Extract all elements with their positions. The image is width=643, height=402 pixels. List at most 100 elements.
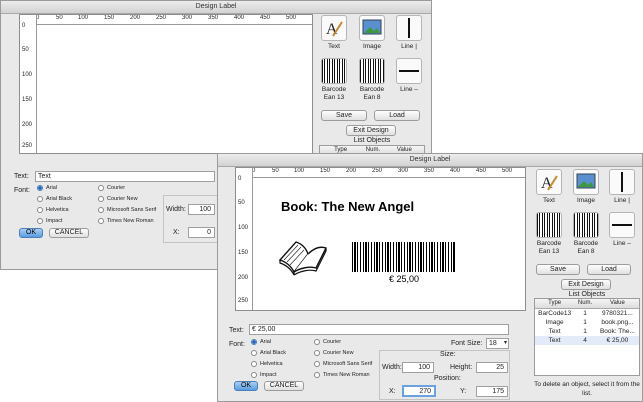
back-design-canvas[interactable]: 0 50 100 150 200 250 300 350 400 450 500…: [19, 14, 313, 154]
price-text[interactable]: € 25,00: [389, 274, 419, 284]
table-row[interactable]: BarCode13 1 9780321...: [535, 309, 639, 318]
barcode-icon: [359, 58, 385, 84]
tool-image[interactable]: Image: [356, 15, 388, 51]
font-radio-arial-black[interactable]: Arial Black: [251, 350, 286, 356]
radio-label: Arial: [46, 185, 58, 191]
text-tool-icon: A: [536, 169, 562, 195]
tool-barcode-ean8[interactable]: Barcode Ean 8: [355, 58, 389, 102]
ok-button[interactable]: OK: [19, 228, 43, 238]
table-row-selected[interactable]: Text 4 € 25,00: [535, 336, 639, 345]
x-label: X:: [173, 229, 180, 236]
back-ruler-left: 0 50 100 150 200 250: [20, 15, 37, 153]
tool-barcode-ean13[interactable]: Barcode Ean 13: [532, 212, 566, 256]
radio-label: Microsoft Sans Serif: [107, 207, 157, 213]
width-input[interactable]: 100: [402, 362, 434, 373]
font-radio-helvetica[interactable]: Helvetica: [251, 361, 283, 367]
cancel-button[interactable]: CANCEL: [49, 228, 89, 238]
font-radio-arial-black[interactable]: Arial Black: [37, 196, 72, 202]
horizontal-line-icon: [396, 58, 422, 84]
table-row[interactable]: Image 1 book.png...: [535, 318, 639, 327]
back-window-title: Design Label: [1, 1, 431, 14]
tool-label: Barcode Ean 8: [359, 86, 385, 101]
tool-line-horizontal[interactable]: Line –: [606, 212, 638, 248]
font-radio-helvetica[interactable]: Helvetica: [37, 207, 69, 213]
y-input[interactable]: 175: [476, 386, 508, 397]
tool-image[interactable]: Image: [570, 169, 602, 205]
font-size-select[interactable]: 18 ▾: [486, 338, 509, 349]
cancel-button[interactable]: CANCEL: [264, 381, 304, 391]
column-header: Value: [609, 300, 625, 306]
ruler-tick: 200: [346, 168, 357, 174]
exit-design-button[interactable]: Exit Design: [346, 125, 396, 136]
tool-label: Text: [543, 197, 555, 204]
exit-design-button[interactable]: Exit Design: [561, 279, 611, 290]
tool-barcode-ean13[interactable]: Barcode Ean 13: [317, 58, 351, 102]
font-radio-arial[interactable]: Arial: [251, 339, 271, 345]
x-input[interactable]: 270: [402, 385, 436, 397]
x-input[interactable]: 0: [188, 227, 215, 238]
save-button[interactable]: Save: [536, 264, 580, 275]
text-tool-icon: A: [321, 15, 347, 41]
font-radio-times-new-roman[interactable]: Times New Roman: [98, 218, 154, 224]
ruler-tick: 350: [208, 15, 219, 21]
radio-button: [314, 339, 320, 345]
barcode-image[interactable]: [352, 242, 456, 272]
x-label: X:: [389, 388, 396, 395]
font-radio-courier-new[interactable]: Courier New: [98, 196, 138, 202]
text-input[interactable]: Text: [35, 171, 215, 182]
save-button[interactable]: Save: [321, 110, 367, 121]
ruler-tick: 300: [182, 15, 193, 21]
load-button[interactable]: Load: [374, 110, 420, 121]
load-button[interactable]: Load: [587, 264, 631, 275]
table-cell: 1: [583, 310, 587, 317]
tool-text[interactable]: A Text: [533, 169, 565, 205]
tool-line-horizontal[interactable]: Line –: [393, 58, 425, 94]
tool-label: Line |: [401, 43, 417, 50]
book-image[interactable]: [276, 232, 332, 280]
font-radio-courier-new[interactable]: Courier New: [314, 350, 354, 356]
label-title-text[interactable]: Book: The New Angel: [281, 199, 414, 214]
radio-button: [251, 350, 257, 356]
radio-label: Arial: [260, 339, 272, 345]
tool-line-vertical[interactable]: Line |: [606, 169, 638, 205]
font-radio-arial[interactable]: Arial: [37, 185, 57, 191]
book-icon: [278, 241, 327, 276]
font-radio-courier[interactable]: Courier: [98, 185, 125, 191]
radio-button: [37, 218, 43, 224]
width-input[interactable]: 100: [188, 204, 215, 215]
ok-button[interactable]: OK: [234, 381, 258, 391]
radio-button: [98, 185, 104, 191]
table-cell: 4: [583, 337, 587, 344]
radio-button: [251, 372, 257, 378]
font-radio-impact[interactable]: Impact: [37, 218, 63, 224]
position-title: Position:: [434, 375, 461, 382]
font-label: Font:: [14, 187, 30, 194]
radio-button: [37, 185, 43, 191]
table-row[interactable]: Text 1 Book: The...: [535, 327, 639, 336]
image-tool-icon: [359, 15, 385, 41]
tool-barcode-ean8[interactable]: Barcode Ean 8: [569, 212, 603, 256]
list-objects-title: List Objects: [568, 291, 606, 298]
ruler-tick: 500: [286, 15, 297, 21]
radio-button: [314, 361, 320, 367]
front-design-window: Design Label 0 50 100 150 200 250 300 35…: [217, 153, 643, 402]
text-input[interactable]: € 25,00: [249, 324, 509, 335]
front-design-canvas[interactable]: 0 50 100 150 200 250 300 350 400 450 500…: [235, 167, 526, 311]
height-input[interactable]: 25: [476, 362, 508, 373]
radio-label: Courier: [323, 339, 342, 345]
size-title: Size:: [440, 351, 456, 358]
font-radio-microsoft-sans-serif[interactable]: Microsoft Sans Serif: [314, 361, 372, 367]
font-radio-microsoft-sans-serif[interactable]: Microsoft Sans Serif: [98, 207, 156, 213]
objects-table[interactable]: Type Num. Value BarCode13 1 9780321... I…: [534, 298, 640, 376]
tool-label: Barcode Ean 13: [536, 240, 562, 255]
tool-label: Image: [576, 197, 596, 204]
y-label: Y:: [460, 388, 467, 395]
font-radio-courier[interactable]: Courier: [314, 339, 341, 345]
table-cell: Text: [548, 337, 561, 344]
tool-line-vertical[interactable]: Line |: [393, 15, 425, 51]
tool-label: Image: [362, 43, 382, 50]
font-radio-times-new-roman[interactable]: Times New Roman: [314, 372, 370, 378]
font-radio-impact[interactable]: Impact: [251, 372, 277, 378]
font-size-value: 18: [489, 340, 497, 347]
tool-text[interactable]: A Text: [318, 15, 350, 51]
